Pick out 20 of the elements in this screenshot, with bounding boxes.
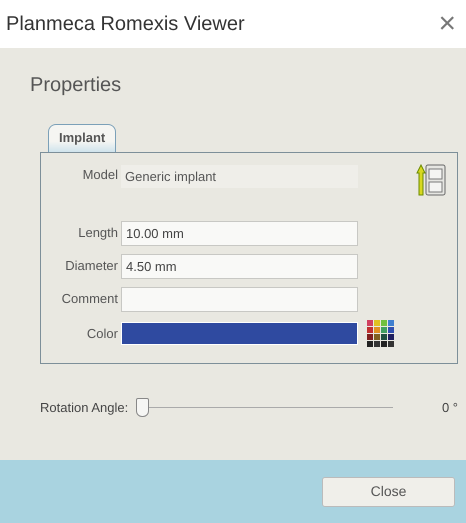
slider-track[interactable]: [136, 398, 394, 418]
window-title: Planmeca Romexis Viewer: [6, 12, 245, 37]
input-field[interactable]: 10.00 mm: [121, 220, 358, 246]
angle-reading: 0 °: [442, 398, 458, 417]
tab[interactable]: Implant: [48, 124, 116, 152]
field-label: Color: [86, 324, 119, 343]
field-label: Comment: [60, 290, 119, 308]
field-label: Diameter: [64, 257, 119, 276]
field-label: Length: [77, 224, 119, 242]
slider-label: Rotation Angle:: [40, 398, 128, 417]
input-field[interactable]: 4.50 mm: [121, 254, 358, 278]
model-value: Generic implant: [121, 164, 358, 188]
input-field[interactable]: [121, 286, 358, 312]
close-button[interactable]: ×: [438, 9, 456, 39]
heading: Properties: [30, 73, 122, 98]
slider-thumb[interactable]: [136, 398, 150, 416]
field-label: Model: [82, 166, 119, 184]
color-swatch[interactable]: [121, 322, 358, 345]
close-button[interactable]: Close: [322, 476, 455, 506]
palette-icon[interactable]: [366, 320, 396, 348]
